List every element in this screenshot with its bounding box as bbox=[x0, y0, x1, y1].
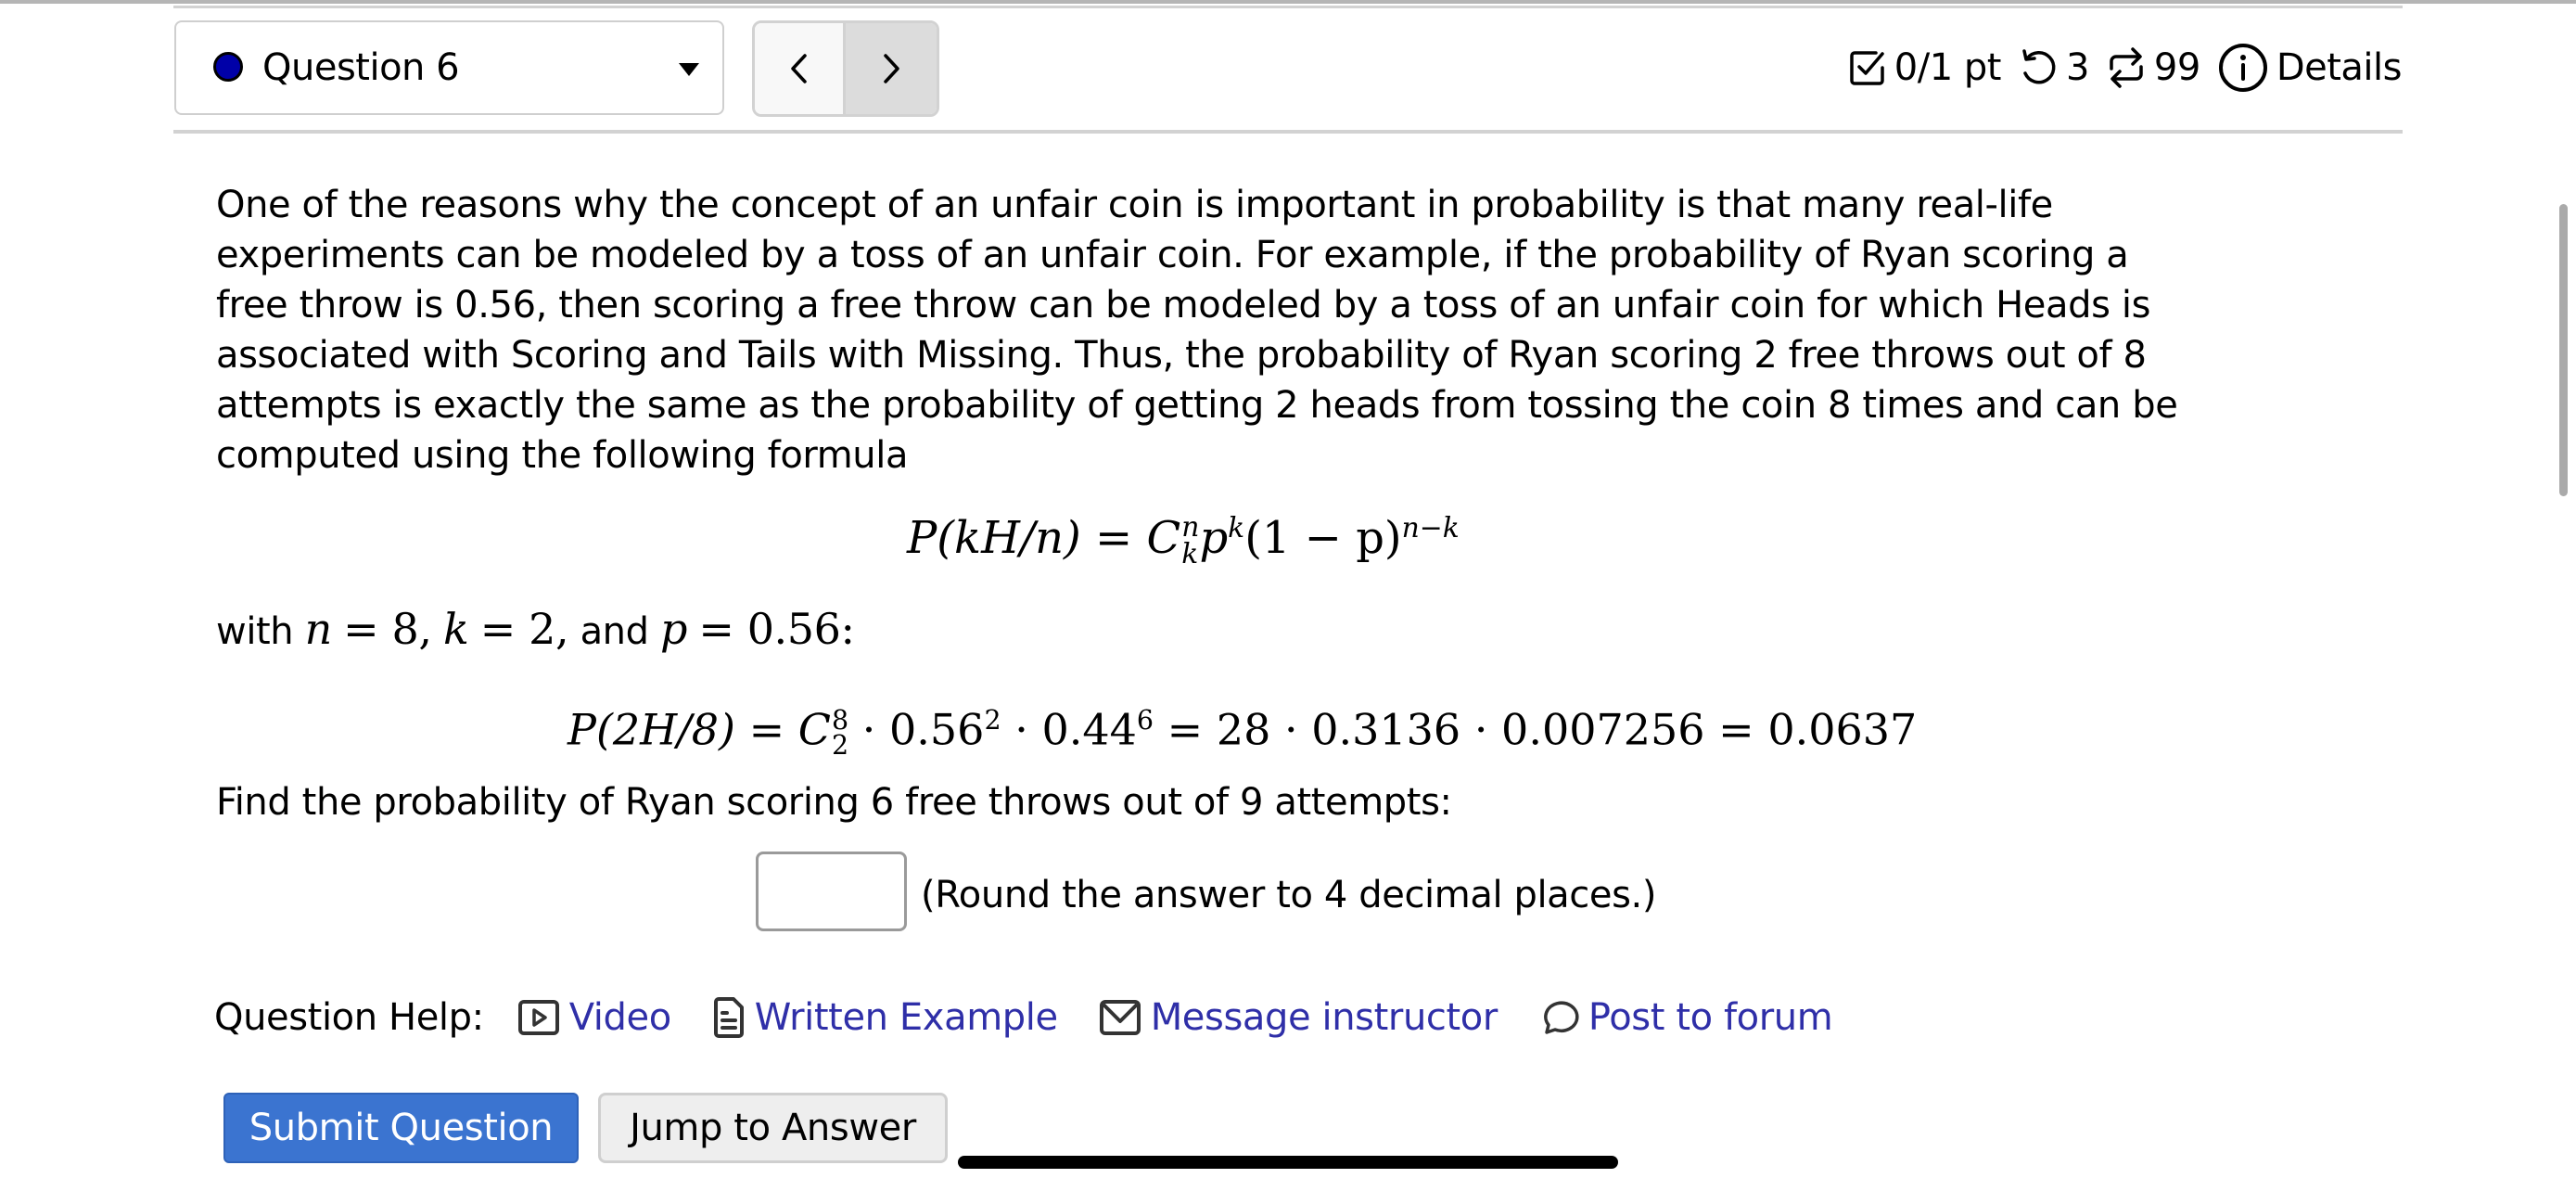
retries-indicator: 3 bbox=[2018, 45, 2089, 91]
vertical-scrollbar[interactable] bbox=[2559, 204, 2568, 496]
score-indicator: 0/1 pt bbox=[1848, 45, 2001, 91]
example-formula: P(2H/8) = C82 · 0.562 · 0.446 = 28 · 0.3… bbox=[567, 688, 1917, 762]
formula-c: C bbox=[1146, 512, 1181, 564]
help-link-post-to-forum[interactable]: Post to forum bbox=[1538, 992, 1833, 1043]
round-hint: (Round the answer to 4 decimal places.) bbox=[921, 874, 1657, 916]
previous-question-button[interactable] bbox=[755, 23, 846, 114]
repeat-icon bbox=[2110, 47, 2143, 88]
checkbox-icon bbox=[1850, 51, 1884, 85]
n-variable: n bbox=[304, 604, 333, 654]
question-status-dot bbox=[213, 52, 243, 82]
help-link-message-instructor-label: Message instructor bbox=[1150, 996, 1498, 1039]
question-nav bbox=[752, 20, 939, 117]
formula-c-sub: k bbox=[1181, 537, 1199, 570]
example-result: = 28 · 0.3136 · 0.007256 = 0.0637 bbox=[1167, 704, 1918, 755]
document-icon bbox=[713, 997, 744, 1038]
formula-equals: = bbox=[1095, 512, 1133, 564]
next-question-button[interactable] bbox=[846, 23, 937, 114]
question-info-bar: 0/1 pt 3 99 Details bbox=[1831, 42, 2403, 94]
help-link-post-to-forum-label: Post to forum bbox=[1588, 996, 1833, 1039]
video-icon bbox=[517, 1000, 559, 1035]
details-label: Details bbox=[2276, 46, 2403, 89]
formula-p-exp: k bbox=[1228, 512, 1245, 544]
parameters-line: with n = 8, k = 2, and p = 0.56: bbox=[216, 601, 855, 660]
question-help-label: Question Help: bbox=[214, 996, 484, 1039]
with-text: with bbox=[216, 610, 294, 653]
question-selector-dropdown[interactable]: Question 6 bbox=[174, 20, 724, 115]
general-formula: P(kH/n) = Cn k pk(1 − p)n−k bbox=[907, 496, 1460, 570]
jump-to-answer-button[interactable]: Jump to Answer bbox=[598, 1093, 948, 1163]
p-value: = 0.56: bbox=[698, 604, 855, 654]
k-value: = 2, bbox=[479, 604, 569, 654]
header-top-divider bbox=[173, 6, 2403, 8]
example-c: C bbox=[797, 704, 831, 755]
example-c-scripts: 82 bbox=[831, 705, 849, 762]
answer-input[interactable] bbox=[756, 852, 907, 931]
mail-icon bbox=[1099, 1000, 1141, 1035]
chevron-right-icon bbox=[884, 54, 899, 83]
chat-bubble-icon bbox=[1543, 1001, 1579, 1034]
retry-icon bbox=[2022, 49, 2056, 84]
example-term2-exp: 6 bbox=[1136, 705, 1154, 736]
formula-p: p bbox=[1199, 512, 1229, 564]
caret-down-icon bbox=[679, 63, 699, 76]
help-link-video[interactable]: Video bbox=[517, 992, 671, 1043]
and-text: and bbox=[580, 610, 649, 653]
top-border bbox=[0, 0, 2576, 4]
formula-c-scripts: nk bbox=[1181, 514, 1199, 570]
p-variable: p bbox=[659, 604, 687, 654]
home-indicator[interactable] bbox=[958, 1156, 1618, 1169]
score-text: 0/1 pt bbox=[1894, 46, 2002, 89]
submit-question-button[interactable]: Submit Question bbox=[223, 1093, 579, 1163]
attempts-count: 99 bbox=[2153, 46, 2200, 89]
help-link-video-label: Video bbox=[568, 996, 671, 1039]
question-selector-label: Question 6 bbox=[262, 46, 460, 89]
header-bottom-divider bbox=[173, 130, 2403, 134]
n-value: = 8, bbox=[343, 604, 432, 654]
example-c-sup: 8 bbox=[831, 705, 849, 736]
example-term1: · 0.56 bbox=[861, 704, 985, 755]
example-lhs: P(2H/8) = bbox=[567, 704, 785, 755]
question-prompt: Find the probability of Ryan scoring 6 f… bbox=[216, 781, 1452, 824]
help-link-written-example-label: Written Example bbox=[754, 996, 1058, 1039]
details-button[interactable]: Details bbox=[2217, 42, 2403, 94]
formula-paren-exp: n−k bbox=[1401, 512, 1460, 544]
example-term2: · 0.44 bbox=[1014, 704, 1137, 755]
question-intro-text: One of the reasons why the concept of an… bbox=[216, 184, 2178, 477]
k-variable: k bbox=[442, 604, 469, 654]
info-icon bbox=[2218, 44, 2267, 92]
help-link-written-example[interactable]: Written Example bbox=[712, 992, 1058, 1043]
example-c-sub: 2 bbox=[831, 730, 849, 762]
example-term1-exp: 2 bbox=[984, 705, 1001, 736]
help-link-message-instructor[interactable]: Message instructor bbox=[1099, 992, 1498, 1043]
question-help: Question Help: Video Written Example Mes… bbox=[214, 992, 1873, 1043]
formula-lhs: P(kH/n) bbox=[907, 512, 1081, 564]
chevron-left-icon bbox=[790, 54, 807, 83]
attempts-indicator: 99 bbox=[2106, 45, 2200, 91]
formula-paren: (1 − p) bbox=[1244, 512, 1402, 564]
retries-count: 3 bbox=[2065, 46, 2089, 89]
